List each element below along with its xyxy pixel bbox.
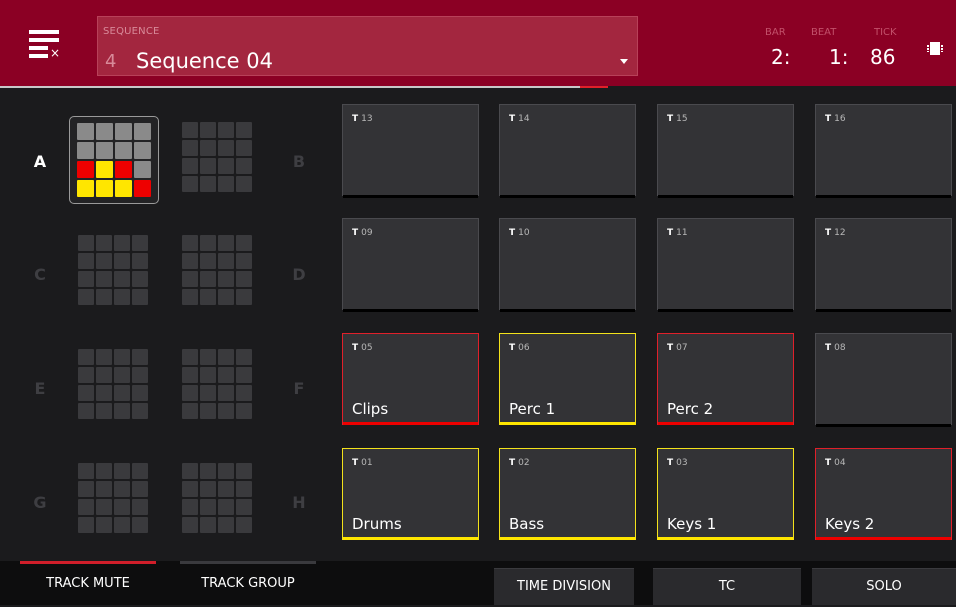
sequence-caption: SEQUENCE bbox=[103, 26, 160, 37]
group-f-button[interactable] bbox=[180, 347, 254, 421]
progress-track bbox=[0, 86, 580, 88]
tab-track-mute[interactable]: TRACK MUTE bbox=[20, 561, 156, 605]
track-number: 07 bbox=[676, 343, 688, 353]
track-pad-03[interactable]: T 03 Keys 1 bbox=[657, 448, 794, 540]
group-b-button[interactable] bbox=[180, 120, 254, 194]
time-division-button[interactable]: TIME DIVISION bbox=[494, 568, 634, 605]
track-number: 02 bbox=[518, 458, 530, 468]
track-name: Perc 1 bbox=[509, 400, 556, 418]
sequence-name: Sequence 04 bbox=[136, 49, 273, 73]
track-number: 10 bbox=[518, 228, 530, 238]
track-number: 12 bbox=[834, 228, 846, 238]
track-pad-11[interactable]: T 11 bbox=[657, 218, 794, 312]
track-number: 09 bbox=[361, 228, 373, 238]
track-pad-13[interactable]: T 13 bbox=[342, 104, 479, 198]
solo-button[interactable]: SOLO bbox=[812, 568, 956, 605]
track-pad-04[interactable]: T 04 Keys 2 bbox=[815, 448, 952, 540]
tick-caption: TICK bbox=[874, 27, 897, 38]
group-e-button[interactable] bbox=[76, 347, 150, 421]
track-number: 04 bbox=[834, 458, 846, 468]
chevron-down-icon bbox=[620, 59, 628, 64]
bar-value[interactable]: 2: bbox=[771, 45, 790, 69]
track-name: Clips bbox=[352, 400, 389, 418]
bar-caption: BAR bbox=[765, 27, 786, 38]
track-pad-02[interactable]: T 02 Bass bbox=[499, 448, 636, 540]
track-name: Perc 2 bbox=[667, 400, 714, 418]
tab-track-group[interactable]: TRACK GROUP bbox=[180, 561, 316, 605]
track-number: 08 bbox=[834, 343, 846, 353]
sequence-menu-icon[interactable]: × bbox=[29, 30, 60, 60]
memory-chip-icon bbox=[927, 42, 943, 55]
track-pad-14[interactable]: T 14 bbox=[499, 104, 636, 198]
track-pad-10[interactable]: T 10 bbox=[499, 218, 636, 312]
tc-button[interactable]: TC bbox=[653, 568, 801, 605]
group-label-g: G bbox=[33, 493, 47, 512]
track-number: 03 bbox=[676, 458, 688, 468]
track-pad-07[interactable]: T 07 Perc 2 bbox=[657, 333, 794, 425]
group-label-c: C bbox=[34, 265, 46, 284]
track-number: 11 bbox=[676, 228, 688, 238]
group-label-h: H bbox=[292, 493, 306, 512]
track-name: Keys 1 bbox=[667, 515, 717, 533]
group-c-button[interactable] bbox=[76, 233, 150, 307]
track-number: 13 bbox=[361, 114, 373, 124]
track-number: 14 bbox=[518, 114, 530, 124]
group-label-b: B bbox=[292, 152, 306, 171]
track-pad-09[interactable]: T 09 bbox=[342, 218, 479, 312]
group-label-d: D bbox=[292, 265, 306, 284]
track-number: 05 bbox=[361, 343, 373, 353]
header-bar: × SEQUENCE 4 Sequence 04 BAR 2: BEAT 1: … bbox=[0, 0, 956, 86]
group-d-button[interactable] bbox=[180, 233, 254, 307]
track-name: Drums bbox=[352, 515, 402, 533]
track-number: 06 bbox=[518, 343, 530, 353]
track-number: 15 bbox=[676, 114, 688, 124]
group-g-button[interactable] bbox=[76, 461, 150, 535]
group-h-button[interactable] bbox=[180, 461, 254, 535]
group-a-button[interactable] bbox=[69, 116, 159, 204]
track-pad-05[interactable]: T 05 Clips bbox=[342, 333, 479, 425]
track-pad-08[interactable]: T 08 bbox=[815, 333, 952, 427]
track-pad-01[interactable]: T 01 Drums bbox=[342, 448, 479, 540]
sequence-select[interactable]: SEQUENCE 4 Sequence 04 bbox=[97, 16, 638, 76]
beat-value[interactable]: 1: bbox=[829, 45, 848, 69]
track-number: 01 bbox=[361, 458, 373, 468]
track-pad-15[interactable]: T 15 bbox=[657, 104, 794, 198]
group-label-a: A bbox=[33, 152, 47, 171]
track-pad-12[interactable]: T 12 bbox=[815, 218, 952, 312]
track-name: Bass bbox=[509, 515, 545, 533]
beat-caption: BEAT bbox=[811, 27, 837, 38]
group-label-f: F bbox=[293, 379, 305, 398]
track-pad-16[interactable]: T 16 bbox=[815, 104, 952, 198]
sequence-number: 4 bbox=[105, 51, 117, 72]
tick-value[interactable]: 86 bbox=[870, 45, 895, 69]
track-pad-06[interactable]: T 06 Perc 1 bbox=[499, 333, 636, 425]
track-number: 16 bbox=[834, 114, 846, 124]
group-label-e: E bbox=[34, 379, 46, 398]
track-name: Keys 2 bbox=[825, 515, 875, 533]
progress-marker bbox=[580, 86, 608, 88]
